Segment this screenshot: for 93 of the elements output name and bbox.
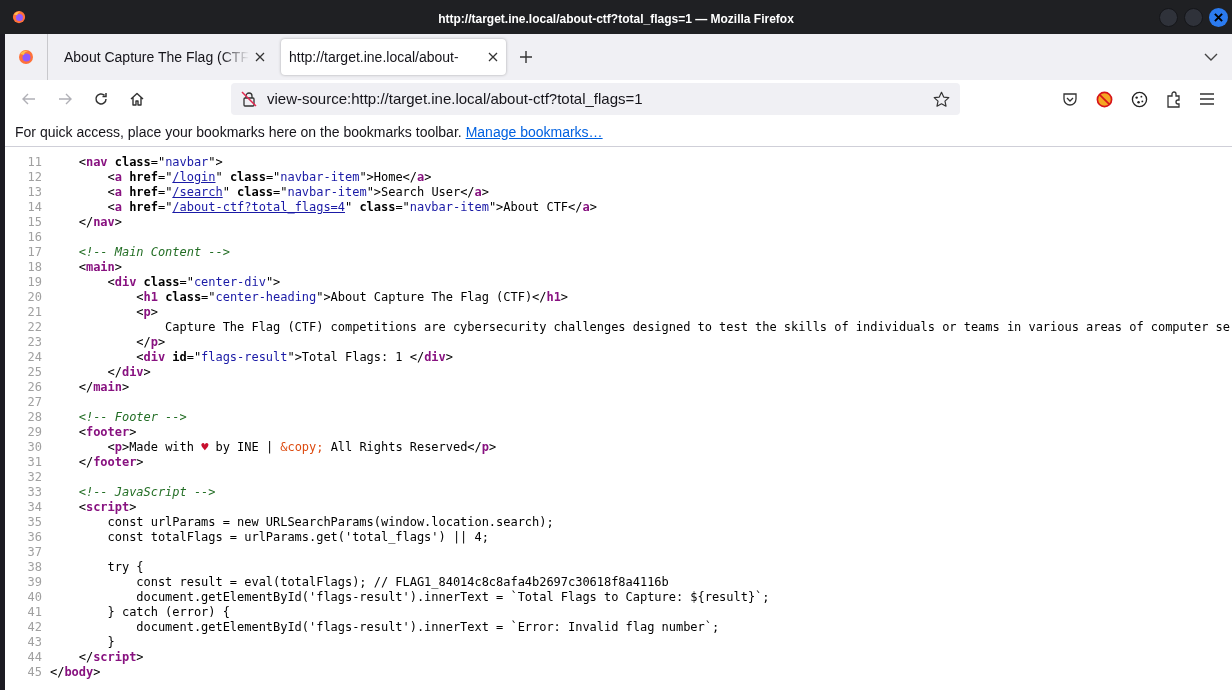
source-line: <footer> (77, 425, 137, 440)
source-link[interactable]: /about-ctf?total_flags=4 (172, 200, 345, 214)
address-bar[interactable]: view-source:http://target.ine.local/about-ctf?total_flags=1 (231, 83, 960, 115)
line-number: 12 (26, 170, 42, 185)
bookmarks-toolbar-message: For quick access, place your bookmarks here on the bookmarks toolbar. (15, 122, 462, 142)
source-link[interactable]: /login (172, 170, 216, 184)
line-number: 17 (26, 245, 42, 260)
browser-tab[interactable]: http://target.ine.local/about- (281, 39, 506, 75)
source-line: </div> (106, 365, 151, 380)
line-number: 16 (26, 230, 42, 245)
line-number: 25 (26, 365, 42, 380)
menu-icon[interactable] (1200, 93, 1214, 105)
source-line: <main> (77, 260, 122, 275)
line-number: 19 (26, 275, 42, 290)
source-text: <a href=" (106, 185, 173, 199)
line-number: 26 (26, 380, 42, 395)
source-line: <h1 class="center-heading">About Capture The Flag (CTF)</h1> (135, 290, 569, 305)
line-number: 33 (26, 485, 42, 500)
source-line: <p> (135, 305, 158, 320)
source-line: } (106, 635, 115, 650)
source-line: const urlParams = new URLSearchParams(window.location.search); (106, 515, 554, 530)
line-number: 15 (26, 215, 42, 230)
browser-tab[interactable]: About Capture The Flag (CTF (52, 39, 277, 75)
source-line: const totalFlags = urlParams.get('total_flags') || 4; (106, 530, 489, 545)
line-number: 24 (26, 350, 42, 365)
blocked-extension-icon[interactable] (1096, 90, 1113, 108)
line-number: 35 (26, 515, 42, 530)
plus-icon (519, 50, 533, 64)
line-number: 13 (26, 185, 42, 200)
source-line: <!-- Footer --> (77, 410, 187, 425)
source-line: document.getElementById('flags-result').innerText = `Total Flags to Capture: ${result}`; (135, 590, 770, 605)
source-line: </main> (77, 380, 130, 395)
star-icon[interactable] (933, 90, 950, 108)
source-line: <div class="center-div"> (106, 275, 281, 290)
firefox-logo-icon[interactable] (18, 49, 34, 65)
source-line: <div id="flags-result">Total Flags: 1 </div> (135, 350, 453, 365)
line-number: 28 (26, 410, 42, 425)
source-text: " class="navbar-item">Search User</a> (222, 185, 489, 199)
source-line: </nav> (77, 215, 122, 230)
source-line: } catch (error) { (106, 605, 230, 620)
line-number: 45 (26, 665, 42, 680)
manage-bookmarks-link[interactable]: Manage bookmarks… (465, 121, 603, 143)
pocket-icon[interactable] (1062, 91, 1078, 107)
source-line: const result = eval(totalFlags); // FLAG1_84014c8c8afa4b2697c30618f8a4116b (135, 575, 669, 590)
line-number: 32 (26, 470, 42, 485)
source-line: <p>Made with ♥ by INE | &copy; All Rights Reserved</p> (106, 440, 497, 455)
line-number: 41 (26, 605, 42, 620)
line-number: 23 (26, 335, 42, 350)
insecure-lock-icon (241, 91, 257, 107)
window-title: http://target.ine.local/about-ctf?total_flags=1 — Mozilla Firefox (438, 11, 794, 28)
chevron-down-icon[interactable] (1204, 52, 1218, 62)
line-number: 38 (26, 560, 42, 575)
line-number: 36 (26, 530, 42, 545)
line-number: 27 (26, 395, 42, 410)
close-button[interactable] (1209, 7, 1228, 27)
source-text: " class="navbar-item">About CTF</a> (345, 200, 597, 214)
source-line: </p> (135, 335, 166, 350)
line-number: 29 (26, 425, 42, 440)
source-line: </script> (77, 650, 144, 665)
source-text: " class="navbar-item">Home</a> (215, 170, 432, 184)
close-icon[interactable] (255, 52, 265, 62)
source-line: document.getElementById('flags-result').innerText = `Error: Invalid flag number`; (135, 620, 720, 635)
line-number: 18 (26, 260, 42, 275)
line-number: 44 (26, 650, 42, 665)
source-text: <a href=" (106, 170, 173, 184)
source-line: <!-- Main Content --> (77, 245, 230, 260)
close-icon[interactable] (488, 52, 498, 62)
line-number: 21 (26, 305, 42, 320)
line-number: 11 (26, 155, 42, 170)
source-line: <script> (77, 500, 137, 515)
line-number: 40 (26, 590, 42, 605)
line-number: 14 (26, 200, 42, 215)
source-line: <!-- JavaScript --> (77, 485, 216, 500)
source-text: <a href=" (106, 200, 173, 214)
close-icon (1214, 12, 1223, 22)
line-number: 37 (26, 545, 42, 560)
source-line: </footer> (77, 455, 144, 470)
firefox-logo-icon (12, 10, 26, 24)
cookie-icon[interactable] (1131, 90, 1148, 108)
source-line: try { (106, 560, 144, 575)
source-line: <nav class="navbar"> (77, 155, 223, 170)
source-link[interactable]: /search (172, 185, 223, 199)
puzzle-icon[interactable] (1166, 90, 1182, 108)
line-number: 42 (26, 620, 42, 635)
line-number: 31 (26, 455, 42, 470)
line-number: 43 (26, 635, 42, 650)
source-line: Capture The Flag (CTF) competitions are cybersecurity challenges designed to test the skills of individuals or teams in various areas of computer se (164, 320, 1230, 335)
line-number: 20 (26, 290, 42, 305)
line-number: 39 (26, 575, 42, 590)
source-line: </body> (50, 665, 101, 680)
line-number: 22 (26, 320, 42, 335)
line-number: 30 (26, 440, 42, 455)
line-number: 34 (26, 500, 42, 515)
